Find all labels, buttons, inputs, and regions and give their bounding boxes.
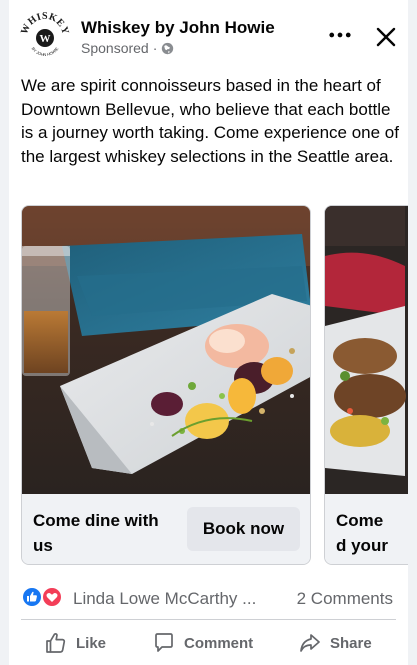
like-button[interactable]: Like bbox=[44, 628, 106, 658]
carousel-card-footer: Come d your ne bbox=[325, 494, 408, 564]
more-options-button[interactable] bbox=[325, 22, 355, 48]
like-label: Like bbox=[76, 634, 107, 652]
close-icon bbox=[376, 27, 396, 47]
book-now-button[interactable]: Book now bbox=[187, 507, 300, 551]
comments-count[interactable]: 2 Comments bbox=[297, 589, 393, 609]
more-horizontal-icon bbox=[329, 32, 351, 38]
action-bar: Like Comment Share bbox=[9, 620, 408, 665]
sponsored-label[interactable]: Sponsored bbox=[81, 40, 149, 56]
whiskey-logo-icon: WHISKEY BY JOHN HOWIE W bbox=[20, 11, 70, 57]
reaction-icons[interactable] bbox=[21, 586, 67, 608]
carousel-card-title[interactable]: Come d your ne bbox=[336, 508, 398, 564]
ad-carousel[interactable]: Come dine with us Book now Come d your n… bbox=[21, 205, 408, 565]
post-text: We are spirit connoisseurs based in the … bbox=[21, 76, 399, 166]
carousel-card-title[interactable]: Come dine with us bbox=[33, 508, 183, 558]
ad-post-card: WHISKEY BY JOHN HOWIE W Whiskey by John … bbox=[9, 0, 408, 665]
food-plate-image[interactable] bbox=[325, 206, 408, 494]
thumbs-up-icon bbox=[46, 632, 66, 653]
food-plate-image[interactable] bbox=[22, 206, 311, 494]
share-arrow-icon bbox=[300, 634, 320, 652]
share-label: Share bbox=[330, 634, 372, 652]
globe-icon bbox=[161, 42, 174, 55]
carousel-card[interactable]: Come d your ne bbox=[324, 205, 408, 565]
close-button[interactable] bbox=[371, 22, 401, 52]
reactions-row: Linda Lowe McCarthy ... 2 Comments bbox=[21, 583, 401, 613]
svg-text:BY JOHN HOWIE: BY JOHN HOWIE bbox=[31, 46, 60, 57]
love-reaction-icon bbox=[41, 586, 63, 608]
logo-subtext: BY JOHN HOWIE bbox=[31, 46, 60, 57]
share-button[interactable]: Share bbox=[298, 628, 372, 658]
carousel-card[interactable]: Come dine with us Book now bbox=[21, 205, 311, 565]
like-reaction-icon bbox=[21, 586, 43, 608]
page-name[interactable]: Whiskey by John Howie bbox=[81, 18, 275, 38]
post-header: WHISKEY BY JOHN HOWIE W Whiskey by John … bbox=[9, 0, 408, 70]
separator: · bbox=[152, 40, 158, 56]
comment-button[interactable]: Comment bbox=[152, 628, 253, 658]
comment-icon bbox=[155, 633, 173, 652]
reactors-text[interactable]: Linda Lowe McCarthy ... bbox=[73, 589, 256, 609]
logo-letter: W bbox=[40, 33, 51, 45]
sponsored-line: Sponsored · bbox=[81, 40, 174, 56]
carousel-card-footer: Come dine with us Book now bbox=[22, 494, 310, 564]
page-logo[interactable]: WHISKEY BY JOHN HOWIE W bbox=[20, 10, 70, 60]
comment-label: Comment bbox=[184, 634, 254, 652]
